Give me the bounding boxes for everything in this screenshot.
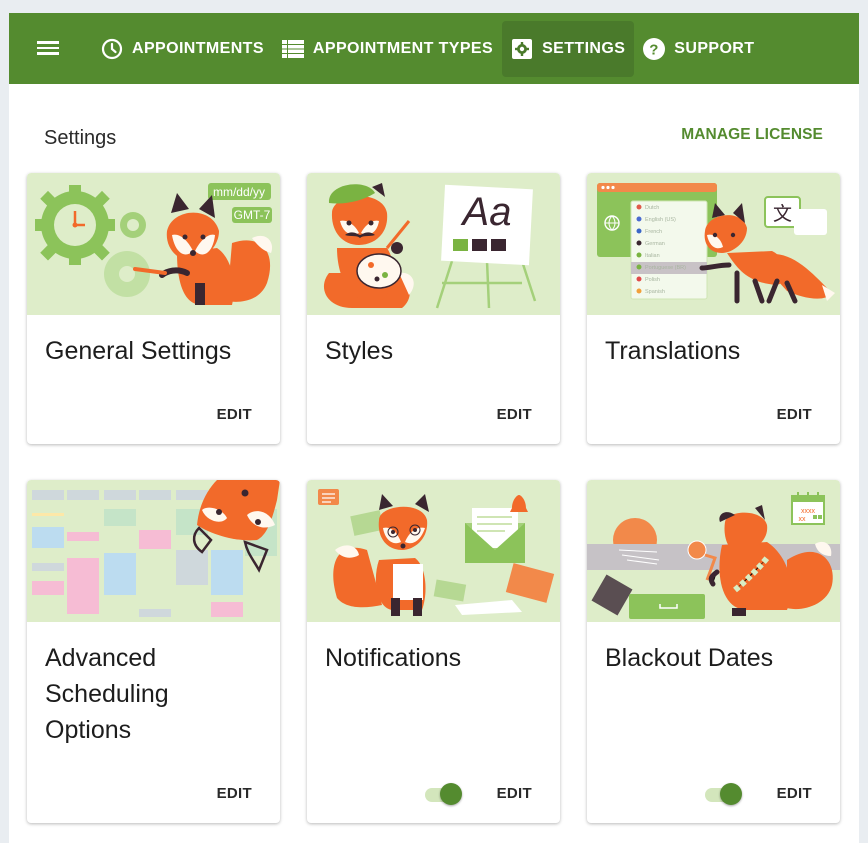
nav-item-support[interactable]: ? SUPPORT <box>634 21 763 77</box>
nav-label: APPOINTMENTS <box>132 40 264 57</box>
gear-icon <box>511 38 533 60</box>
language-option: German <box>645 241 665 247</box>
nav-item-appointments[interactable]: APPOINTMENTS <box>92 21 273 77</box>
flag-icon <box>636 252 642 258</box>
clock-icon <box>101 38 123 60</box>
flag-icon <box>636 288 642 294</box>
painter-fox-graphic <box>323 183 414 308</box>
settings-card-general: mm/dd/yy GMT-7 General Settings EDIT <box>27 173 280 444</box>
advanced-scheduling-illustration <box>27 480 280 622</box>
help-circle-icon: ? <box>643 38 666 60</box>
svg-text:?: ? <box>650 42 660 59</box>
edit-button[interactable]: EDIT <box>497 406 532 423</box>
manage-license-link[interactable]: MANAGE LICENSE <box>681 126 823 144</box>
flag-icon <box>636 264 642 270</box>
menu-icon-line <box>37 46 59 49</box>
edit-button[interactable]: EDIT <box>217 406 252 423</box>
toggle-thumb <box>720 783 742 805</box>
card-title: General Settings <box>45 337 232 365</box>
nav-label: SUPPORT <box>674 40 755 57</box>
edit-button[interactable]: EDIT <box>777 785 812 802</box>
card-title: Blackout Dates <box>605 644 774 672</box>
edit-button[interactable]: EDIT <box>497 785 532 802</box>
envelope-graphic <box>465 508 525 563</box>
main-nav: APPOINTMENTS APPOINTMENT TYPES SETTINGS … <box>92 21 763 77</box>
menu-icon-line <box>37 52 59 55</box>
notifications-enabled-toggle[interactable] <box>423 783 463 805</box>
general-settings-illustration: mm/dd/yy GMT-7 <box>27 173 280 315</box>
settings-card-translations: Dutch English (US) French German Italian Port… <box>587 173 840 444</box>
nav-label: APPOINTMENT TYPES <box>312 40 494 57</box>
flag-icon <box>636 216 642 222</box>
app-frame: APPOINTMENTS APPOINTMENT TYPES SETTINGS … <box>9 13 859 843</box>
fox-graphic <box>333 494 429 616</box>
flag-icon <box>636 228 642 234</box>
flag-icon <box>636 240 642 246</box>
settings-card-blackout-dates: xxxx xx Blackout Dates EDIT <box>587 480 840 823</box>
sample-text: Aa <box>461 190 512 234</box>
blackout-dates-illustration: xxxx xx <box>587 480 840 622</box>
settings-card-advanced-scheduling: Advanced Scheduling Options EDIT <box>27 480 280 823</box>
svg-text:xxxx: xxxx <box>801 508 816 515</box>
notifications-illustration <box>307 480 560 622</box>
svg-text:文: 文 <box>773 203 792 225</box>
language-option: Dutch <box>645 205 659 211</box>
blackout-dates-enabled-toggle[interactable] <box>703 783 743 805</box>
nav-item-appointment-types[interactable]: APPOINTMENT TYPES <box>273 21 502 77</box>
styles-illustration: Aa <box>307 173 560 315</box>
card-title: Notifications <box>325 644 462 672</box>
card-title: Translations <box>605 337 741 365</box>
settings-card-notifications: Notifications EDIT <box>307 480 560 823</box>
page-title: Settings <box>44 127 117 149</box>
translations-illustration: Dutch English (US) French German Italian Port… <box>587 173 840 315</box>
toggle-thumb <box>440 783 462 805</box>
page-header: Settings MANAGE LICENSE <box>9 113 859 163</box>
calendar-graphic: xxxx xx <box>791 492 825 525</box>
language-option: Polish <box>645 277 660 283</box>
language-option: French <box>645 229 662 235</box>
card-title: Advanced Scheduling Options <box>45 644 169 744</box>
nav-item-settings[interactable]: SETTINGS <box>502 21 635 77</box>
svg-text:xx: xx <box>799 516 807 523</box>
edit-button[interactable]: EDIT <box>777 406 812 423</box>
flag-icon <box>636 204 642 210</box>
settings-card-styles: Aa Styles EDIT <box>307 173 560 444</box>
gear-clock-graphic <box>35 185 115 265</box>
list-icon <box>281 38 304 60</box>
card-title: Styles <box>325 337 394 365</box>
menu-icon-line <box>37 41 59 44</box>
edit-button[interactable]: EDIT <box>217 785 252 802</box>
language-option: Italian <box>645 253 660 259</box>
nav-label: SETTINGS <box>542 40 626 57</box>
timezone-label: GMT-7 <box>234 208 271 222</box>
language-option: English (US) <box>645 217 676 223</box>
easel-graphic: Aa <box>435 184 537 309</box>
flag-icon <box>636 276 642 282</box>
top-navigation-bar: APPOINTMENTS APPOINTMENT TYPES SETTINGS … <box>9 13 859 84</box>
language-option: Spanish <box>645 289 665 295</box>
date-format-label: mm/dd/yy <box>213 185 265 199</box>
hamburger-menu-button[interactable] <box>37 38 61 58</box>
language-option: Portuguese (BR) <box>645 265 686 271</box>
